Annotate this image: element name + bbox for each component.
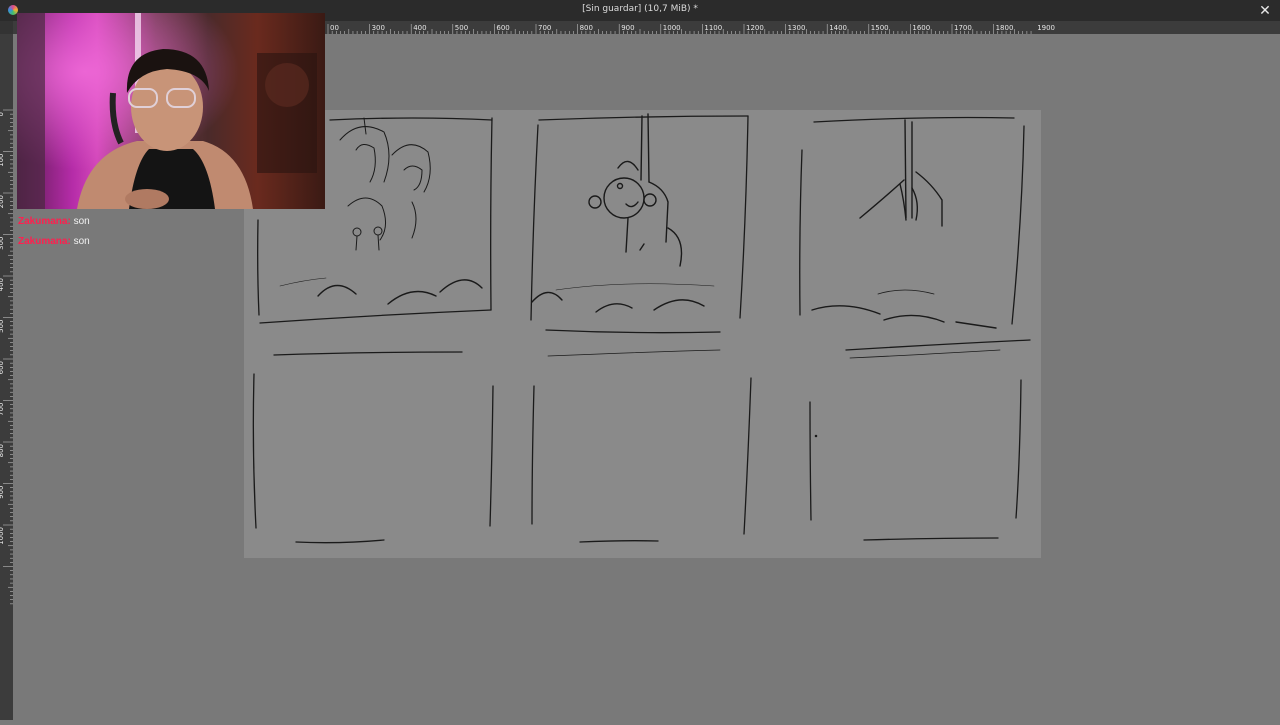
ruler-tick-label: 1900 — [1037, 24, 1055, 32]
ruler-tick-label: 1200 — [746, 24, 764, 32]
ruler-tick-label: 00 — [330, 24, 339, 32]
ruler-tick-label: 100 — [0, 154, 5, 167]
close-icon: ✕ — [1259, 2, 1271, 18]
ruler-tick-label: 200 — [0, 195, 5, 208]
ruler-tick-label: 1800 — [996, 24, 1014, 32]
vertical-ruler-ticks: 0 100 200 300 400 500 600 700 800 900 1000 — [0, 109, 13, 605]
ruler-corner — [0, 21, 13, 34]
ruler-tick-label: 900 — [621, 24, 634, 32]
panel-2-claw-and-bear — [588, 113, 683, 267]
ruler-tick-label: 1700 — [954, 24, 972, 32]
ruler-tick-label: 300 — [372, 24, 385, 32]
ruler-tick-label: 0 — [0, 112, 5, 116]
vertical-ruler[interactable]: 0 100 200 300 400 500 600 700 800 900 1000 — [0, 34, 13, 720]
ruler-tick-label: 400 — [413, 24, 426, 32]
chat-username: Zakumana: — [18, 216, 71, 227]
ruler-tick-label: 700 — [0, 403, 5, 416]
panel-1-pile — [279, 277, 483, 305]
panel-3-claw — [859, 119, 943, 227]
ruler-tick-label: 1100 — [704, 24, 722, 32]
panel-3-frame — [799, 116, 1031, 359]
ruler-tick-label: 500 — [0, 320, 5, 333]
chat-message: Zakumana: son — [18, 212, 90, 232]
drawing-canvas[interactable] — [244, 110, 1041, 558]
storyboard-sketch — [252, 113, 1031, 544]
ruler-tick-label: 1000 — [663, 24, 681, 32]
panel-1-characters — [339, 117, 431, 251]
ruler-tick-label: 500 — [455, 24, 468, 32]
ruler-tick-label: 800 — [0, 444, 5, 457]
close-button[interactable]: ✕ — [1256, 0, 1274, 21]
panel-6-frame — [809, 379, 1022, 541]
panel-2-pile — [531, 283, 715, 313]
ruler-tick-label: 1300 — [788, 24, 806, 32]
chat-text: son — [73, 216, 90, 227]
ruler-tick-label: 900 — [0, 486, 5, 499]
ruler-tick-label: 1400 — [829, 24, 847, 32]
chat-username: Zakumana: — [18, 236, 71, 247]
ruler-tick-label: 400 — [0, 278, 5, 291]
ruler-tick-label: 600 — [0, 361, 5, 374]
chat-message: Zakumana: son — [18, 232, 90, 252]
ruler-tick-label: 300 — [0, 237, 5, 250]
ruler-tick-label: 700 — [538, 24, 551, 32]
ruler-tick-label: 1500 — [871, 24, 889, 32]
ruler-tick-label: 1600 — [912, 24, 930, 32]
ruler-tick-label: 800 — [580, 24, 593, 32]
ruler-tick-label: 600 — [496, 24, 509, 32]
panel-2-frame — [530, 115, 749, 357]
ruler-tick-label: 1000 — [0, 527, 5, 545]
webcam-overlay — [17, 13, 325, 209]
panel-5-frame — [531, 377, 752, 543]
panel-3-pile — [811, 289, 997, 329]
streamer-video-icon — [17, 13, 325, 209]
chat-overlay: Zakumana: son Zakumana: son — [18, 212, 90, 252]
panel-4-frame — [252, 351, 494, 544]
chat-text: son — [73, 236, 90, 247]
